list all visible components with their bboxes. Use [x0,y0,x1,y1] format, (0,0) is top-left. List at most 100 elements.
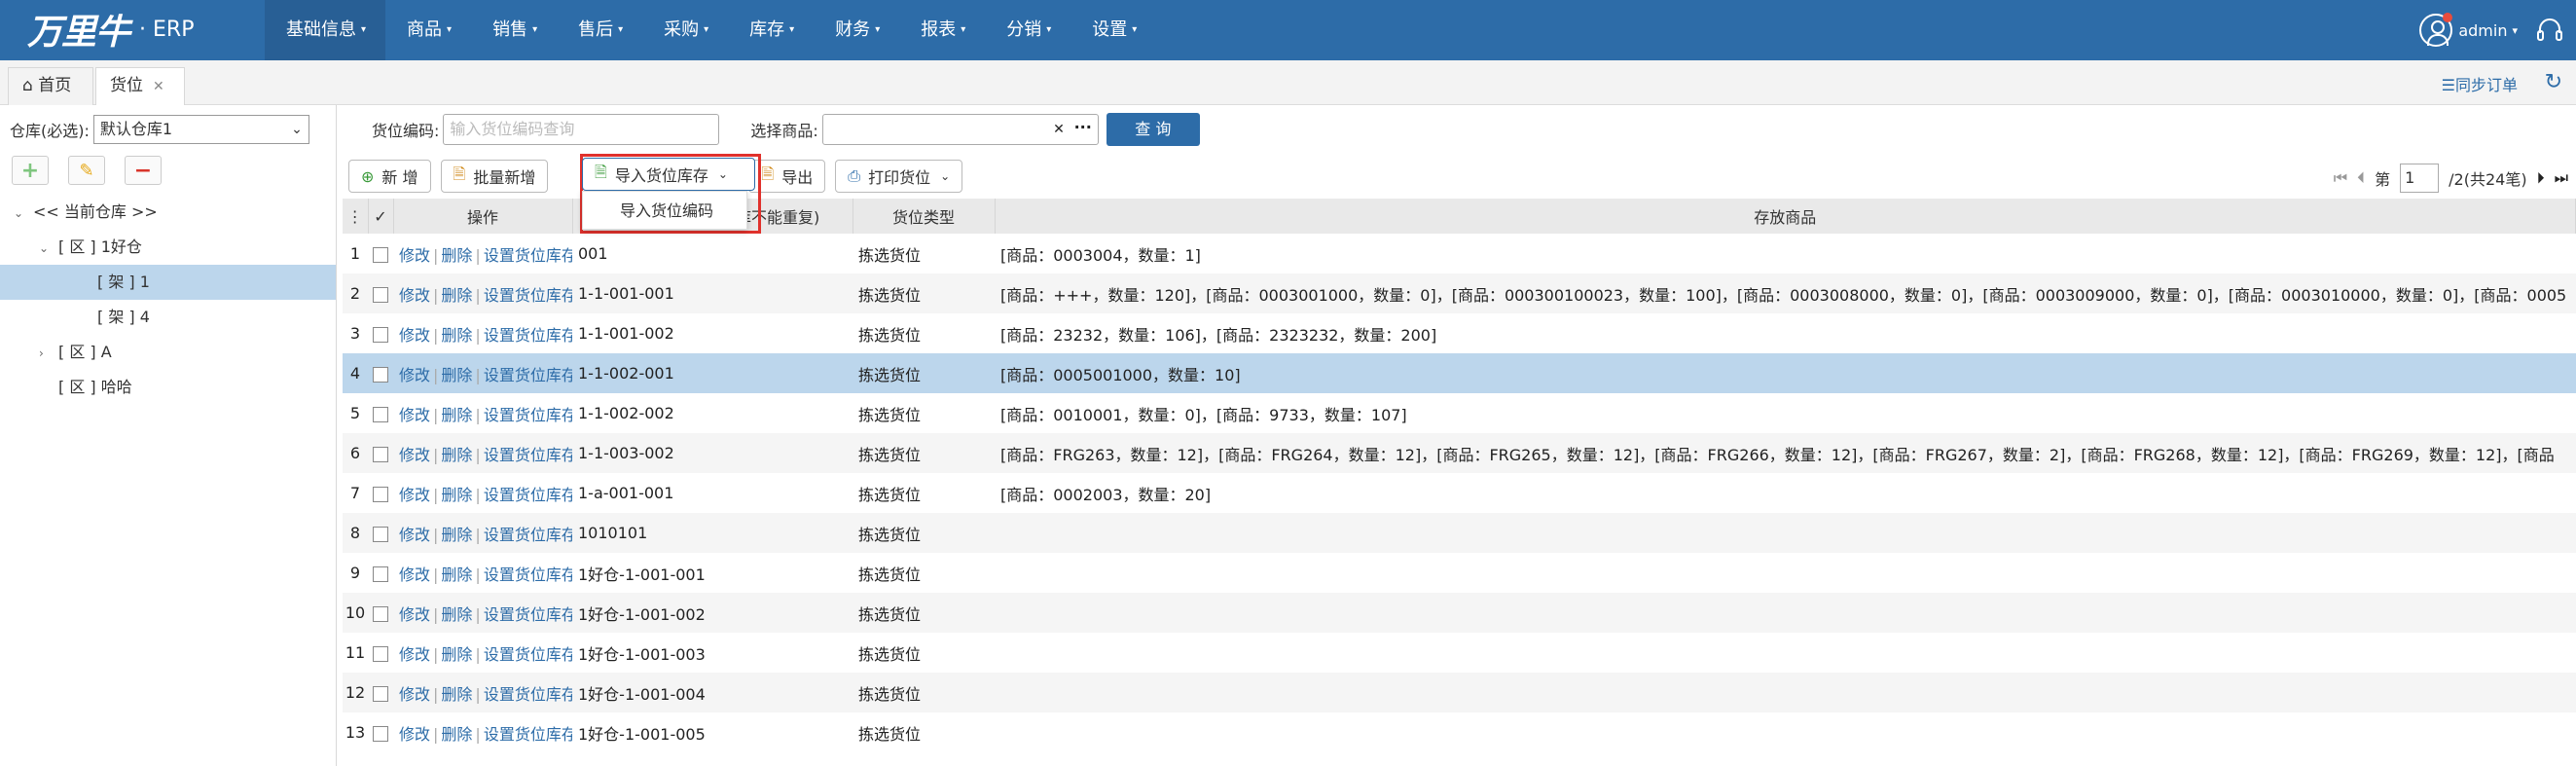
checkbox[interactable] [373,446,388,462]
table-row[interactable]: 10 修改 | 删除 | 设置货位库存 1好仓-1-001-002 拣选货位 [343,593,2576,633]
query-button[interactable]: 查 询 [1106,113,1200,146]
nav-item-6[interactable]: 财务 ▾ [814,0,899,60]
row-checkbox[interactable] [368,513,393,553]
tree-node[interactable]: [ 区 ] 哈哈 [0,370,336,405]
delete-node-button[interactable]: − [125,156,162,185]
user-avatar-icon[interactable] [2419,13,2453,47]
table-row[interactable]: 3 修改 | 删除 | 设置货位库存 1-1-001-002 拣选货位 [商品：23232，数量… [343,313,2576,353]
checkbox[interactable] [373,326,388,343]
next-page-icon[interactable]: ⏵ [2537,168,2545,188]
table-row[interactable]: 1 修改 | 删除 | 设置货位库存 001 拣选货位 [商品：0003004，数量：1] [343,234,2576,274]
edit-link[interactable]: 修改 [399,645,430,664]
set-stock-link[interactable]: 设置货位库存 [484,246,572,265]
edit-link[interactable]: 修改 [399,366,430,384]
sync-orders-link[interactable]: ☰同步订单 [2442,72,2518,95]
first-page-icon[interactable]: ⏮ [2334,168,2347,188]
row-checkbox[interactable] [368,593,393,633]
nav-item-2[interactable]: 销售 ▾ [471,0,557,60]
headset-icon[interactable] [2533,14,2566,47]
tree-toggle-icon[interactable]: ⌄ [14,196,33,231]
delete-link[interactable]: 删除 [441,526,472,544]
code-search-input[interactable]: 输入货位编码查询 [443,114,720,145]
edit-link[interactable]: 修改 [399,446,430,464]
delete-link[interactable]: 删除 [441,725,472,744]
checkbox[interactable] [373,725,388,742]
set-stock-link[interactable]: 设置货位库存 [484,406,572,424]
delete-link[interactable]: 删除 [441,406,472,424]
set-stock-link[interactable]: 设置货位库存 [484,685,572,704]
table-row[interactable]: 12 修改 | 删除 | 设置货位库存 1好仓-1-001-004 拣选货位 [343,673,2576,712]
tree-node[interactable]: ⌄[ 区 ] 1好仓 [0,230,336,265]
table-row[interactable]: 4 修改 | 删除 | 设置货位库存 1-1-002-001 拣选货位 [商品：00050010… [343,353,2576,393]
row-checkbox[interactable] [368,313,393,353]
table-row[interactable]: 2 修改 | 删除 | 设置货位库存 1-1-001-001 拣选货位 [商品：+++，数量：1… [343,274,2576,313]
table-row[interactable]: 9 修改 | 删除 | 设置货位库存 1好仓-1-001-001 拣选货位 [343,553,2576,593]
delete-link[interactable]: 删除 [441,446,472,464]
edit-link[interactable]: 修改 [399,406,430,424]
checkbox[interactable] [373,286,388,303]
import-stock-button[interactable]: 🗎 导入货位库存 ⌄ [582,158,755,191]
edit-link[interactable]: 修改 [399,286,430,305]
set-stock-link[interactable]: 设置货位库存 [484,446,572,464]
delete-link[interactable]: 删除 [441,286,472,305]
set-stock-link[interactable]: 设置货位库存 [484,605,572,624]
table-row[interactable]: 11 修改 | 删除 | 设置货位库存 1好仓-1-001-003 拣选货位 [343,633,2576,673]
row-checkbox[interactable] [368,712,393,752]
row-checkbox[interactable] [368,633,393,673]
chevron-down-icon[interactable]: ▾ [2512,24,2518,37]
edit-link[interactable]: 修改 [399,725,430,744]
nav-item-5[interactable]: 库存 ▾ [728,0,814,60]
table-row[interactable]: 13 修改 | 删除 | 设置货位库存 1好仓-1-001-005 拣选货位 [343,712,2576,752]
add-button[interactable]: ⊕ 新 增 [348,160,431,193]
set-stock-link[interactable]: 设置货位库存 [484,326,572,345]
page-input[interactable]: 1 [2400,164,2440,193]
tab-home[interactable]: ⌂ 首页 [8,67,93,105]
set-stock-link[interactable]: 设置货位库存 [484,725,572,744]
edit-link[interactable]: 修改 [399,246,430,265]
print-button[interactable]: ⎙ 打印货位 ⌄ [835,160,963,193]
add-node-button[interactable]: + [12,156,49,185]
checkbox[interactable] [373,645,388,662]
row-checkbox[interactable] [368,673,393,712]
row-checkbox[interactable] [368,353,393,393]
delete-link[interactable]: 删除 [441,685,472,704]
checkbox[interactable] [373,526,388,542]
table-row[interactable]: 8 修改 | 删除 | 设置货位库存 1010101 拣选货位 [343,513,2576,553]
row-checkbox[interactable] [368,234,393,274]
tab-location[interactable]: 货位 ✕ [95,67,185,106]
delete-link[interactable]: 删除 [441,565,472,584]
delete-link[interactable]: 删除 [441,366,472,384]
edit-link[interactable]: 修改 [399,685,430,704]
table-row[interactable]: 7 修改 | 删除 | 设置货位库存 1-a-001-001 拣选货位 [商品：0002003，… [343,473,2576,513]
check-all-icon[interactable]: ✓ [368,199,394,234]
edit-link[interactable]: 修改 [399,605,430,624]
set-stock-link[interactable]: 设置货位库存 [484,645,572,664]
checkbox[interactable] [373,486,388,502]
tree-node[interactable]: ⌄ << 当前仓库 >> [0,195,336,230]
edit-link[interactable]: 修改 [399,526,430,544]
column-menu-icon[interactable]: ⋮ [343,199,369,234]
edit-link[interactable]: 修改 [399,565,430,584]
set-stock-link[interactable]: 设置货位库存 [484,366,572,384]
delete-link[interactable]: 删除 [441,605,472,624]
delete-link[interactable]: 删除 [441,486,472,504]
checkbox[interactable] [373,366,388,383]
set-stock-link[interactable]: 设置货位库存 [484,526,572,544]
edit-link[interactable]: 修改 [399,326,430,345]
delete-link[interactable]: 删除 [441,645,472,664]
nav-item-4[interactable]: 采购 ▾ [642,0,728,60]
last-page-icon[interactable]: ⏭ [2555,168,2568,188]
nav-item-1[interactable]: 商品 ▾ [385,0,471,60]
delete-link[interactable]: 删除 [441,326,472,345]
checkbox[interactable] [373,246,388,263]
nav-item-9[interactable]: 设置 ▾ [1070,0,1156,60]
tree-node[interactable]: [ 架 ] 1 [0,265,336,300]
tree-toggle-icon[interactable]: ⌄ [39,231,58,266]
app-logo[interactable]: 万里牛 · ERP [27,8,194,53]
refresh-icon[interactable]: ↻ [2545,70,2562,94]
tree-toggle-icon[interactable]: › [39,336,58,371]
checkbox[interactable] [373,406,388,422]
set-stock-link[interactable]: 设置货位库存 [484,565,572,584]
nav-item-3[interactable]: 售后 ▾ [557,0,642,60]
nav-item-7[interactable]: 报表 ▾ [899,0,985,60]
